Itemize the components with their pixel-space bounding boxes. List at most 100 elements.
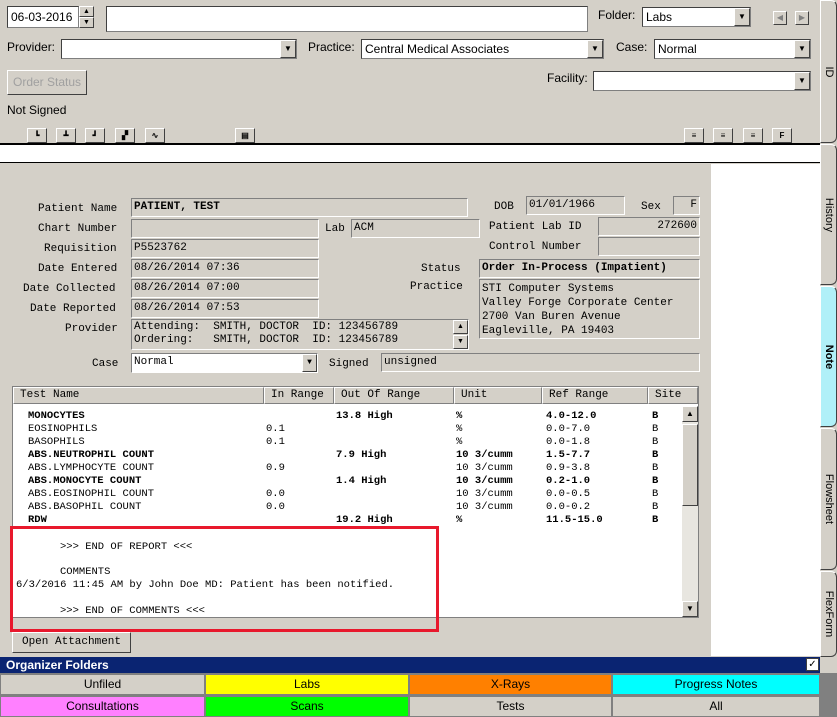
tab-flexform[interactable]: FlexForm	[820, 571, 837, 657]
case-label: Case:	[616, 40, 648, 54]
cell-ref: 0.0-0.5	[546, 488, 591, 500]
folder-scans[interactable]: Scans	[205, 696, 409, 717]
requisition-value: P5523762	[131, 239, 319, 258]
open-attachment-button[interactable]: Open Attachment	[12, 632, 131, 653]
cell-site: B	[652, 501, 659, 513]
font-icon[interactable]: F	[772, 128, 792, 143]
cell-site: B	[652, 423, 659, 435]
date-reported-value: 08/26/2014 07:53	[131, 299, 319, 318]
wave-icon[interactable]: ∿	[145, 128, 165, 143]
practice-label: Practice:	[308, 40, 355, 54]
col-unit[interactable]: Unit	[454, 387, 542, 404]
folder-tests[interactable]: Tests	[409, 696, 612, 717]
organizer-checkbox[interactable]: ✓	[806, 658, 819, 671]
folder-unfiled[interactable]: Unfiled	[0, 674, 205, 695]
practice-line-3: 2700 Van Buren Avenue	[482, 311, 621, 323]
table-row[interactable]: BASOPHILS 0.1% 0.0-1.8 B	[28, 436, 668, 449]
justify-left-icon[interactable]: ≡	[684, 128, 704, 143]
folder-labs[interactable]: Labs	[205, 674, 409, 695]
col-in-range[interactable]: In Range	[264, 387, 334, 404]
col-ref-range[interactable]: Ref Range	[542, 387, 648, 404]
table-row[interactable]: MONOCYTES 13.8 High% 4.0-12.0 B	[28, 410, 668, 423]
cell-ref: 0.0-0.2	[546, 501, 591, 513]
case-report-select[interactable]: Normal ▼	[131, 353, 318, 373]
justify-center-icon[interactable]: ≡	[713, 128, 733, 143]
chevron-down-icon[interactable]: ▼	[734, 8, 750, 26]
folder-consultations[interactable]: Consultations	[0, 696, 205, 717]
chevron-down-icon[interactable]: ▼	[794, 72, 810, 90]
case-select-value: Normal	[658, 42, 697, 56]
signed-status: Not Signed	[7, 103, 67, 117]
tab-flowsheet[interactable]: Flowsheet	[820, 428, 837, 570]
tab-id[interactable]: ID	[820, 0, 837, 143]
facility-select[interactable]: ▼	[593, 71, 811, 91]
folder-all[interactable]: All	[612, 696, 820, 717]
cell-site: B	[652, 436, 659, 448]
folder-select[interactable]: Labs ▼	[642, 7, 751, 27]
cell-name: ABS.MONOCYTE COUNT	[28, 475, 142, 487]
chevron-down-icon[interactable]: ▼	[280, 40, 296, 58]
keyboard-icon[interactable]: ▤	[235, 128, 255, 143]
cell-ref: 11.5-15.0	[546, 514, 603, 526]
patient-name-label: Patient Name	[38, 203, 118, 215]
align-decimal-icon[interactable]: ▗▘	[115, 128, 135, 143]
cell-ref: 0.2-1.0	[546, 475, 591, 487]
chevron-down-icon[interactable]: ▼	[794, 40, 810, 58]
control-number-label: Control Number	[489, 241, 582, 253]
table-row[interactable]: ABS.MONOCYTE COUNT 1.4 High 10 3/cumm 0.2-1…	[28, 475, 668, 488]
cell-in: 0.9	[266, 462, 285, 474]
order-status-button[interactable]: Order Status	[7, 70, 87, 95]
cell-unit: %	[456, 436, 463, 448]
provider-attending: Attending: SMITH, DOCTOR ID: 123456789	[134, 321, 399, 333]
table-row[interactable]: ABS.BASOPHIL COUNT 0.0 10 3/cumm 0.0-0.2 B	[28, 501, 668, 514]
status-value: Order In-Process (Impatient)	[479, 259, 700, 278]
provider-select[interactable]: ▼	[61, 39, 297, 59]
cell-out: 7.9 High	[336, 449, 387, 461]
nav-next-icon[interactable]: ▶	[795, 11, 809, 25]
date-spin-up[interactable]: ▲	[79, 6, 94, 17]
align-center-icon[interactable]: ┻	[56, 128, 76, 143]
chevron-down-icon[interactable]: ▼	[587, 40, 603, 58]
date-spin-down[interactable]: ▼	[79, 17, 94, 28]
cell-unit: 10 3/cumm	[456, 449, 513, 461]
signed-label: Signed	[329, 358, 369, 370]
nav-prev-icon[interactable]: ◀	[773, 11, 787, 25]
dob-value: 01/01/1966	[526, 196, 625, 215]
tab-note[interactable]: Note	[820, 286, 837, 427]
scroll-thumb[interactable]	[682, 424, 698, 506]
scroll-up-icon[interactable]: ▲	[682, 406, 698, 422]
col-site[interactable]: Site	[648, 387, 698, 404]
table-row[interactable]: ABS.LYMPHOCYTE COUNT 0.9 10 3/cumm 0.9-3.8 B	[28, 462, 668, 475]
provider-scroll-up[interactable]: ▲	[453, 320, 468, 334]
search-field[interactable]	[106, 6, 588, 32]
cell-ref: 0.0-1.8	[546, 436, 591, 448]
cell-site: B	[652, 410, 659, 422]
practice-label: Practice	[410, 281, 463, 293]
practice-address: STI Computer Systems Valley Forge Corpor…	[479, 279, 700, 339]
folder-x-rays[interactable]: X-Rays	[409, 674, 612, 695]
cell-ref: 0.0-7.0	[546, 423, 591, 435]
tab-history[interactable]: History	[820, 144, 837, 285]
chevron-down-icon[interactable]: ▼	[302, 354, 317, 372]
cell-site: B	[652, 488, 659, 500]
date-entered-label: Date Entered	[38, 263, 118, 275]
cell-in: 0.0	[266, 501, 285, 513]
justify-right-icon[interactable]: ≡	[743, 128, 763, 143]
table-row[interactable]: ABS.EOSINOPHIL COUNT 0.0 10 3/cumm 0.0-0.5 B	[28, 488, 668, 501]
table-row[interactable]: EOSINOPHILS 0.1% 0.0-7.0 B	[28, 423, 668, 436]
align-left-icon[interactable]: ┗	[27, 128, 47, 143]
case-report-value: Normal	[134, 356, 174, 368]
align-right-icon[interactable]: ┛	[85, 128, 105, 143]
col-test-name[interactable]: Test Name	[13, 387, 264, 404]
cell-name: ABS.BASOPHIL COUNT	[28, 501, 142, 513]
date-field[interactable]: 06-03-2016	[7, 6, 79, 28]
facility-label: Facility:	[547, 71, 588, 85]
folder-progress-notes[interactable]: Progress Notes	[612, 674, 820, 695]
provider-scroll-down[interactable]: ▼	[453, 335, 468, 349]
case-select[interactable]: Normal ▼	[654, 39, 811, 59]
col-out-of-range[interactable]: Out Of Range	[334, 387, 454, 404]
practice-select[interactable]: Central Medical Associates ▼	[361, 39, 604, 59]
cell-unit: 10 3/cumm	[456, 475, 513, 487]
scroll-down-icon[interactable]: ▼	[682, 601, 698, 617]
table-row[interactable]: ABS.NEUTROPHIL COUNT 7.9 High 10 3/cumm 1.5…	[28, 449, 668, 462]
